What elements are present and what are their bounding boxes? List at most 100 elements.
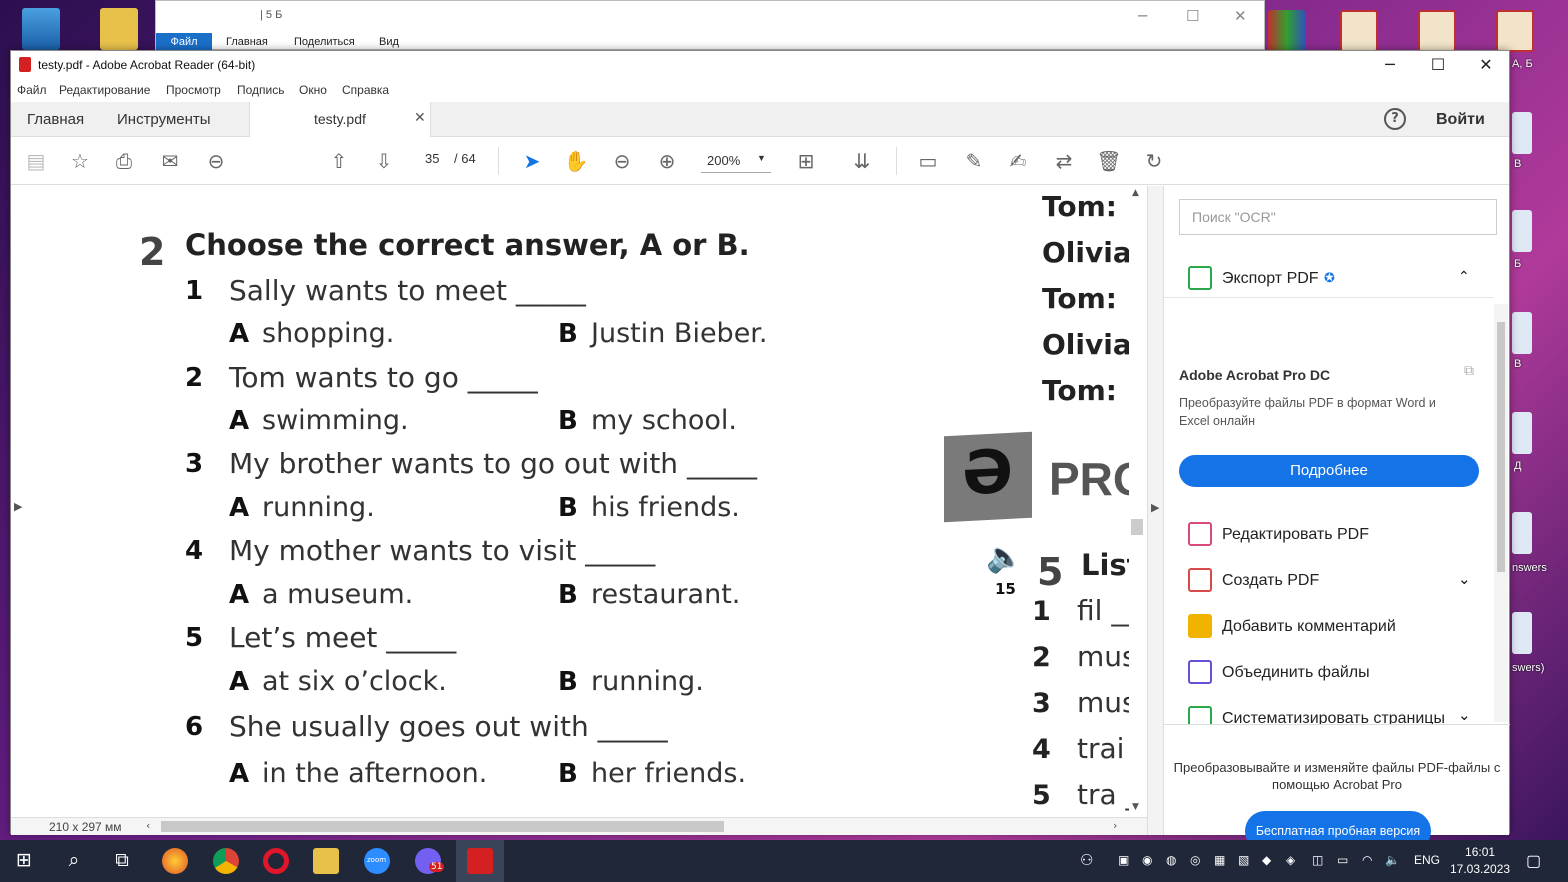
minimize-button[interactable]: ─ bbox=[1375, 55, 1405, 74]
chrome-icon[interactable] bbox=[213, 848, 239, 874]
scroll-thumb[interactable] bbox=[1131, 519, 1143, 535]
people-icon[interactable]: ⚇ bbox=[1080, 851, 1093, 869]
tray-app-icon[interactable]: ◈ bbox=[1286, 853, 1295, 867]
menu-file[interactable]: Файл bbox=[17, 83, 47, 97]
tool-add-comment[interactable]: Добавить комментарий bbox=[1164, 610, 1494, 650]
pdf-file-icon[interactable] bbox=[1418, 10, 1456, 52]
maximize-button[interactable]: ☐ bbox=[1423, 55, 1453, 74]
file-icon[interactable] bbox=[1512, 210, 1532, 252]
folder-icon[interactable] bbox=[100, 8, 138, 50]
chevron-up-icon[interactable]: ⌃ bbox=[1458, 268, 1470, 285]
file-explorer-icon[interactable] bbox=[313, 848, 339, 874]
scroll-up-icon[interactable]: ▲ bbox=[1132, 188, 1139, 198]
tray-zoom-icon[interactable]: ◍ bbox=[1166, 853, 1176, 867]
file-icon[interactable] bbox=[1512, 112, 1532, 154]
menu-sign[interactable]: Подпись bbox=[237, 83, 285, 97]
tray-app-icon[interactable]: ▦ bbox=[1214, 853, 1225, 867]
pdf-file-icon[interactable] bbox=[1496, 10, 1534, 52]
tool-create-pdf[interactable]: Создать PDF ⌄ bbox=[1164, 564, 1494, 604]
zoom-select[interactable]: 200% ▼ bbox=[701, 149, 771, 173]
explorer-tab-share[interactable]: Поделиться bbox=[294, 36, 355, 48]
close-tab-icon[interactable]: ✕ bbox=[414, 110, 426, 126]
file-icon[interactable] bbox=[1512, 312, 1532, 354]
sign-in-button[interactable]: Войти bbox=[1436, 111, 1485, 129]
firefox-icon[interactable] bbox=[162, 848, 188, 874]
tool-edit-pdf[interactable]: Редактировать PDF bbox=[1164, 518, 1494, 558]
help-icon[interactable]: ? bbox=[1384, 108, 1406, 130]
hand-tool-icon[interactable]: ✋ bbox=[563, 148, 589, 174]
more-button[interactable]: Подробнее bbox=[1179, 455, 1479, 487]
file-icon[interactable] bbox=[1512, 512, 1532, 554]
maximize-icon[interactable]: ☐ bbox=[1186, 7, 1199, 25]
zoom-in-icon[interactable]: ⊕ bbox=[654, 148, 680, 174]
delete-icon[interactable]: 🗑 bbox=[1096, 148, 1122, 174]
scroll-left-icon[interactable]: ‹ bbox=[146, 819, 150, 832]
star-icon[interactable]: ☆ bbox=[67, 148, 93, 174]
page-number-input[interactable]: 35 bbox=[425, 151, 439, 166]
computer-icon[interactable] bbox=[22, 8, 60, 50]
pdf-file-icon[interactable] bbox=[1340, 10, 1378, 52]
chevron-down-icon[interactable]: ⌄ bbox=[1458, 570, 1471, 588]
explorer-tab-home[interactable]: Главная bbox=[226, 36, 268, 48]
close-button[interactable]: ✕ bbox=[1471, 55, 1501, 74]
viber-icon[interactable]: 51 bbox=[415, 848, 445, 874]
menu-window[interactable]: Окно bbox=[299, 83, 327, 97]
highlight-icon[interactable]: ✎ bbox=[961, 148, 987, 174]
scroll-mode-icon[interactable]: ⇊ bbox=[849, 148, 875, 174]
explorer-tab-view[interactable]: Вид bbox=[379, 36, 399, 48]
chevron-down-icon[interactable]: ⌄ bbox=[1458, 706, 1471, 724]
tray-app-icon[interactable]: ▣ bbox=[1118, 853, 1129, 867]
explorer-window[interactable]: | 5 Б Файл Главная Поделиться Вид ─ ☐ ✕ bbox=[155, 0, 1265, 51]
language-indicator[interactable]: ENG bbox=[1414, 853, 1440, 867]
tray-app-icon[interactable]: ◆ bbox=[1262, 853, 1271, 867]
tool-organize-pages[interactable]: Систематизировать страницы ⌄ bbox=[1164, 702, 1494, 724]
tray-viber-icon[interactable]: ◎ bbox=[1190, 853, 1200, 867]
copy-icon[interactable]: ⧉ bbox=[1464, 362, 1474, 379]
sign-icon[interactable]: ✍ bbox=[1005, 148, 1031, 174]
comment-icon[interactable]: ▭ bbox=[915, 148, 941, 174]
menu-edit[interactable]: Редактирование bbox=[59, 83, 150, 97]
opera-icon[interactable] bbox=[263, 848, 289, 874]
rotate-icon[interactable]: ↻ bbox=[1141, 148, 1167, 174]
vertical-scrollbar[interactable]: ▲ ▼ bbox=[1129, 186, 1145, 817]
print-icon[interactable]: ⎙ bbox=[111, 148, 137, 174]
left-panel-toggle-icon[interactable]: ▶ bbox=[14, 500, 22, 513]
export-pdf-header[interactable]: Экспорт PDF ✪ ⌃ bbox=[1164, 258, 1494, 298]
clock[interactable]: 16:01 17.03.2023 bbox=[1450, 844, 1510, 878]
panel-scrollbar[interactable] bbox=[1494, 304, 1508, 722]
minimize-icon[interactable]: ─ bbox=[1138, 7, 1147, 25]
tray-chrome-icon[interactable]: ◉ bbox=[1142, 853, 1152, 867]
file-icon[interactable] bbox=[1512, 612, 1532, 654]
zoom-icon[interactable]: zoom bbox=[364, 848, 390, 874]
search-icon[interactable]: ⌕ bbox=[60, 849, 88, 871]
tray-app-icon[interactable]: ▧ bbox=[1238, 853, 1249, 867]
menu-help[interactable]: Справка bbox=[342, 83, 389, 97]
tray-app-icon[interactable]: ◫ bbox=[1312, 853, 1323, 867]
tab-document[interactable]: testy.pdf ✕ bbox=[249, 102, 431, 137]
fit-page-icon[interactable]: ⊞ bbox=[793, 148, 819, 174]
mail-icon[interactable]: ✉ bbox=[157, 148, 183, 174]
right-panel-toggle[interactable]: ▶ bbox=[1147, 186, 1163, 835]
zoom-out-icon[interactable]: ⊖ bbox=[609, 148, 635, 174]
scroll-down-icon[interactable]: ▼ bbox=[1132, 802, 1139, 812]
speaker-icon[interactable]: 🔈 bbox=[986, 540, 1023, 575]
select-cursor-icon[interactable]: ➤ bbox=[519, 148, 545, 174]
wifi-icon[interactable]: ◠ bbox=[1362, 853, 1372, 867]
menu-view[interactable]: Просмотр bbox=[166, 83, 221, 97]
acrobat-taskbar-icon[interactable] bbox=[467, 848, 493, 874]
search-zoom-icon[interactable]: ⊖ bbox=[203, 148, 229, 174]
document-viewer[interactable]: ▶ 2 Choose the correct answer, A or B. 1… bbox=[11, 186, 1151, 817]
tab-home[interactable]: Главная bbox=[27, 111, 84, 128]
tool-combine-files[interactable]: Объединить файлы bbox=[1164, 656, 1494, 696]
windows-start-icon[interactable]: ⊞ bbox=[10, 849, 38, 871]
battery-icon[interactable]: ▭ bbox=[1337, 853, 1348, 867]
page-up-icon[interactable]: ⇧ bbox=[326, 148, 352, 174]
page-down-icon[interactable]: ⇩ bbox=[371, 148, 397, 174]
save-icon[interactable]: ▤ bbox=[23, 148, 49, 174]
search-input[interactable]: Поиск "OCR" bbox=[1179, 199, 1497, 235]
tab-tools[interactable]: Инструменты bbox=[117, 111, 211, 128]
share-icon[interactable]: ⇄ bbox=[1051, 148, 1077, 174]
file-icon[interactable] bbox=[1512, 412, 1532, 454]
panel-scroll-thumb[interactable] bbox=[1497, 322, 1505, 572]
archive-icon[interactable] bbox=[1268, 10, 1306, 52]
